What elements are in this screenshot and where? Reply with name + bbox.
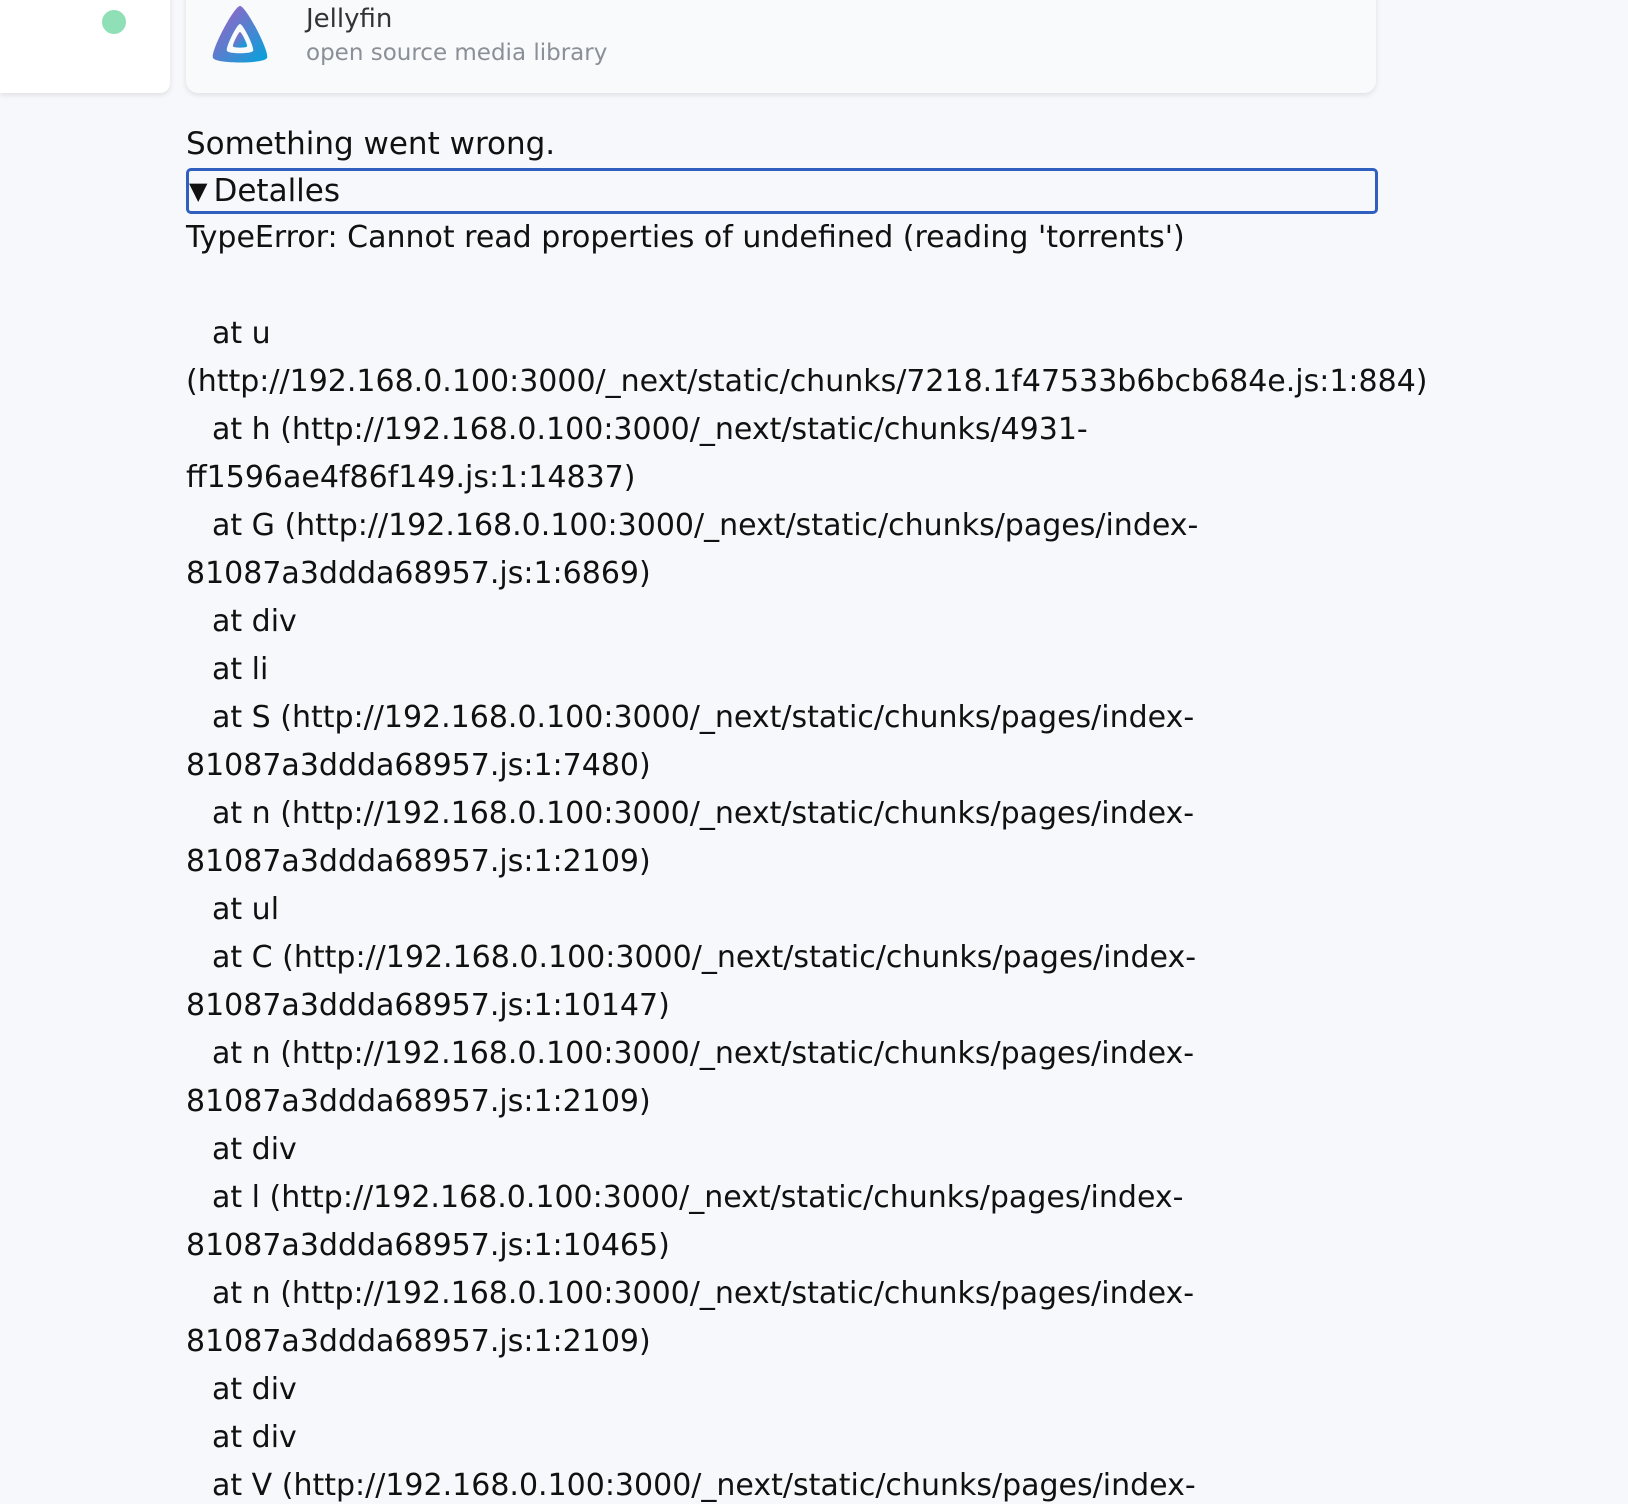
stack-trace-line: at u (212, 316, 271, 351)
stack-trace-line: 81087a3ddda68957.js:1:2109) (186, 1084, 651, 1119)
stack-trace-line: 81087a3ddda68957.js:1:2109) (186, 844, 651, 879)
stack-trace-line: 81087a3ddda68957.js:1:2109) (186, 1324, 651, 1359)
stack-trace-line: at div (212, 604, 297, 639)
stack-trace-line: at l (http://192.168.0.100:3000/_next/st… (212, 1180, 1184, 1215)
error-message: TypeError: Cannot read properties of und… (186, 220, 1185, 255)
stack-trace-line: at li (212, 652, 269, 687)
stack-trace-line: ff1596ae4f86f149.js:1:14837) (186, 460, 636, 495)
stack-trace-line: at n (http://192.168.0.100:3000/_next/st… (212, 1276, 1195, 1311)
error-boundary: Something went wrong. ▼ Detalles TypeErr… (186, 120, 1428, 1504)
stack-trace-line: 81087a3ddda68957.js:1:10465) (186, 1228, 670, 1263)
app-subtitle: open source media library (306, 40, 608, 66)
details-label: Detalles (213, 173, 341, 209)
stack-trace-line: at n (http://192.168.0.100:3000/_next/st… (212, 1036, 1195, 1071)
error-page: Jellyfin open source media library Somet… (0, 0, 1628, 1504)
stack-trace-line: at ul (212, 892, 280, 927)
error-title: Something went wrong. (186, 126, 556, 162)
stack-trace-line: at div (212, 1420, 297, 1455)
stack-trace-line: 81087a3ddda68957.js:1:6869) (186, 556, 651, 591)
stack-trace-line: at div (212, 1372, 297, 1407)
jellyfin-logo-icon (212, 6, 268, 63)
status-indicator-icon (102, 10, 126, 34)
stack-trace-line: at div (212, 1132, 297, 1167)
stack-trace-line: 81087a3ddda68957.js:1:10147) (186, 988, 670, 1023)
details-toggle[interactable]: ▼ Detalles (186, 168, 1378, 214)
stack-trace-line: at C (http://192.168.0.100:3000/_next/st… (212, 940, 1197, 975)
stack-trace-line: (http://192.168.0.100:3000/_next/static/… (186, 364, 1428, 399)
app-name: Jellyfin (306, 4, 393, 34)
triangle-down-icon: ▼ (189, 177, 208, 205)
app-header-card[interactable]: Jellyfin open source media library (186, 0, 1376, 93)
sidebar-card (0, 0, 170, 93)
stack-trace-line: at S (http://192.168.0.100:3000/_next/st… (212, 700, 1195, 735)
stack-trace-line: at h (http://192.168.0.100:3000/_next/st… (212, 412, 1088, 447)
stack-trace-line: at V (http://192.168.0.100:3000/_next/st… (212, 1468, 1196, 1503)
stack-trace-line: at n (http://192.168.0.100:3000/_next/st… (212, 796, 1195, 831)
stack-trace-line: 81087a3ddda68957.js:1:7480) (186, 748, 651, 783)
stack-trace: at u (http://192.168.0.100:3000/_next/sta… (186, 310, 1428, 1504)
stack-trace-line: at G (http://192.168.0.100:3000/_next/st… (212, 508, 1199, 543)
